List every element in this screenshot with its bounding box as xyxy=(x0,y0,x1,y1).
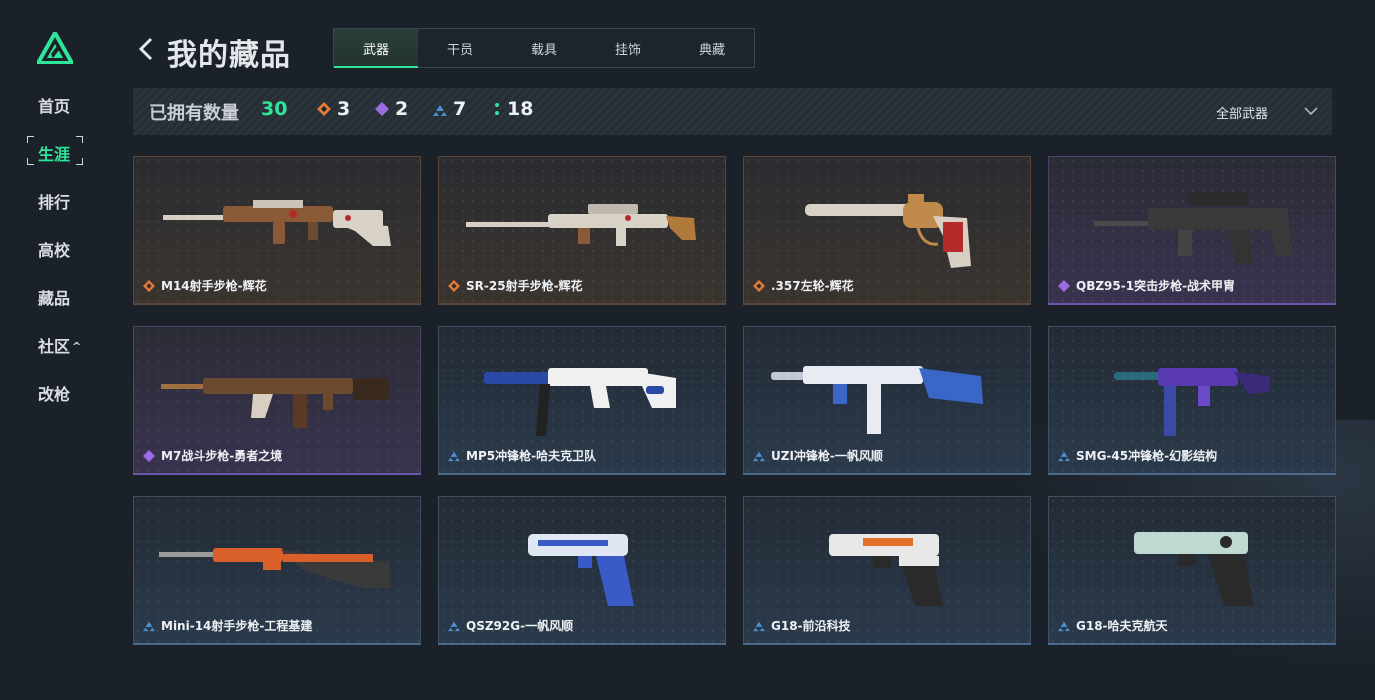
blue-triangle-icon xyxy=(1058,621,1070,632)
collection-stats-bar: 已拥有数量 30 3 2 7 18 全部武器 xyxy=(133,88,1332,135)
collection-card[interactable]: Mini-14射手步枪-工程基建 xyxy=(133,496,421,645)
chevron-down-icon[interactable] xyxy=(1302,102,1320,120)
purple-diamond-icon xyxy=(143,450,155,462)
blue-triangle-icon xyxy=(143,621,155,632)
blue-triangle-icon xyxy=(433,105,447,116)
purple-diamond-icon xyxy=(1058,280,1070,292)
collection-card[interactable]: M7战斗步枪-勇者之境 xyxy=(133,326,421,475)
owned-count-value: 30 xyxy=(261,98,288,120)
item-name: UZI冲锋枪-一帆风顺 xyxy=(771,449,883,463)
collection-card[interactable]: G18-哈夫克航天 xyxy=(1048,496,1336,645)
item-name: MP5冲锋枪-哈夫克卫队 xyxy=(466,449,597,463)
item-name: G18-前沿科技 xyxy=(771,619,851,633)
tier-count-purple: 2 xyxy=(395,98,409,120)
collection-card[interactable]: .357左轮-辉花 xyxy=(743,156,1031,305)
sidebar: 首页 生涯 排行 高校 藏品 社区 ^ 改枪 xyxy=(0,0,110,700)
nav-item-community[interactable]: 社区 ^ xyxy=(38,333,81,357)
blue-triangle-icon xyxy=(753,621,765,632)
nav-item-gunsmith[interactable]: 改枪 xyxy=(38,381,70,405)
tier-count-green: 18 xyxy=(507,98,534,120)
chevron-left-icon[interactable] xyxy=(136,36,158,62)
tier-stat-orange: 3 xyxy=(317,98,350,120)
item-name: QSZ92G-一帆风顺 xyxy=(466,619,574,633)
tier-stat-blue: 7 xyxy=(433,98,466,120)
item-name: G18-哈夫克航天 xyxy=(1076,619,1168,633)
nav-item-community-label: 社区 xyxy=(38,337,71,356)
app-logo[interactable] xyxy=(37,32,73,64)
nav-item-collection[interactable]: 藏品 xyxy=(38,285,70,309)
green-dots-icon xyxy=(495,103,499,115)
nav-item-career[interactable]: 生涯 xyxy=(38,141,70,165)
tab-archive[interactable]: 典藏 xyxy=(670,29,754,67)
owned-count-label: 已拥有数量 xyxy=(149,103,239,124)
tab-weapons[interactable]: 武器 xyxy=(334,29,418,68)
purple-diamond-icon xyxy=(375,102,389,116)
blue-triangle-icon xyxy=(1058,451,1070,462)
item-name: SMG-45冲锋枪-幻影结构 xyxy=(1076,449,1218,463)
nav-item-university[interactable]: 高校 xyxy=(38,237,70,261)
item-name: Mini-14射手步枪-工程基建 xyxy=(161,619,313,633)
blue-triangle-icon xyxy=(753,451,765,462)
nav-item-home[interactable]: 首页 xyxy=(38,93,70,117)
orange-diamond-icon xyxy=(448,280,460,292)
orange-diamond-icon xyxy=(143,280,155,292)
tab-operators[interactable]: 干员 xyxy=(418,29,502,67)
weapon-filter-dropdown[interactable]: 全部武器 xyxy=(1216,103,1268,122)
tier-count-blue: 7 xyxy=(453,98,467,120)
collection-card[interactable]: MP5冲锋枪-哈夫克卫队 xyxy=(438,326,726,475)
item-name: QBZ95-1突击步枪-战术甲胄 xyxy=(1076,279,1236,293)
blue-triangle-icon xyxy=(448,451,460,462)
category-tabs: 武器 干员 载具 挂饰 典藏 xyxy=(333,28,755,68)
tier-stat-green: 18 xyxy=(493,98,533,120)
tier-count-orange: 3 xyxy=(337,98,351,120)
nav-item-ranking[interactable]: 排行 xyxy=(38,189,70,213)
item-name: M7战斗步枪-勇者之境 xyxy=(161,449,283,463)
collection-card[interactable]: QSZ92G-一帆风顺 xyxy=(438,496,726,645)
item-name: SR-25射手步枪-辉花 xyxy=(466,279,583,293)
item-name: M14射手步枪-辉花 xyxy=(161,279,267,293)
tab-charms[interactable]: 挂饰 xyxy=(586,29,670,67)
collection-card[interactable]: QBZ95-1突击步枪-战术甲胄 xyxy=(1048,156,1336,305)
tier-stat-purple: 2 xyxy=(375,98,408,120)
chevron-up-icon: ^ xyxy=(72,340,82,353)
item-name: .357左轮-辉花 xyxy=(771,279,854,293)
collection-card[interactable]: SR-25射手步枪-辉花 xyxy=(438,156,726,305)
page-title: 我的藏品 xyxy=(167,38,291,73)
collection-card[interactable]: M14射手步枪-辉花 xyxy=(133,156,421,305)
collection-card[interactable]: UZI冲锋枪-一帆风顺 xyxy=(743,326,1031,475)
collection-card[interactable]: SMG-45冲锋枪-幻影结构 xyxy=(1048,326,1336,475)
blue-triangle-icon xyxy=(448,621,460,632)
orange-diamond-icon xyxy=(317,102,331,116)
orange-diamond-icon xyxy=(753,280,765,292)
tab-vehicles[interactable]: 载具 xyxy=(502,29,586,67)
collection-card[interactable]: G18-前沿科技 xyxy=(743,496,1031,645)
